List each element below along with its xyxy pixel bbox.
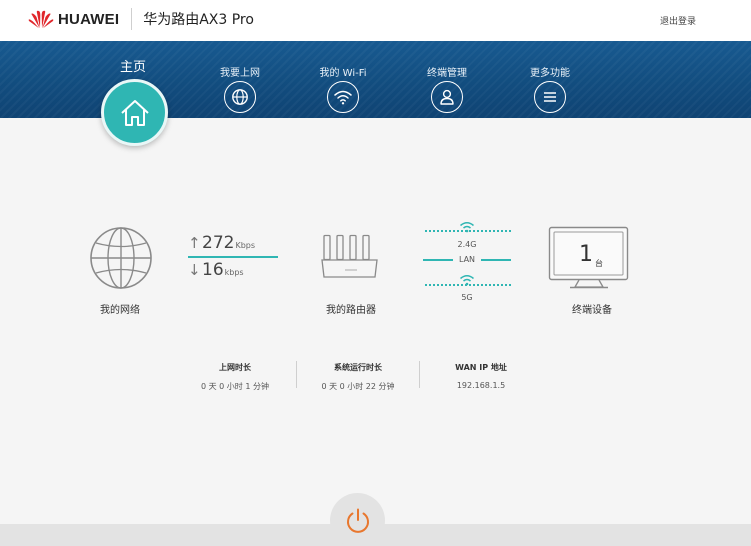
devices-caption: 终端设备: [572, 305, 612, 316]
upload-speed: ↑ 272 Kbps: [188, 233, 278, 253]
menu-icon: [544, 92, 556, 102]
stat-value: 0 天 0 小时 1 分钟: [201, 382, 269, 391]
band-indicator: 2.4G LAN 5G: [423, 221, 511, 302]
huawei-logo-icon: [28, 10, 54, 29]
download-speed: ↓ 16 kbps: [188, 260, 278, 280]
brand-name: HUAWEI: [58, 10, 120, 28]
lan-line-right: [481, 259, 511, 261]
arrow-down-icon: ↓: [188, 260, 201, 279]
nav-item-more[interactable]: 更多功能: [510, 64, 590, 113]
device-count-unit: 台: [595, 259, 603, 268]
nav-icon-ring: [431, 81, 463, 113]
brand: HUAWEI 华为路由AX3 Pro: [28, 8, 254, 30]
user-icon: [440, 89, 454, 105]
network-globe-icon[interactable]: [89, 226, 153, 290]
stat-divider: [419, 361, 420, 388]
stat-title: WAN IP 地址: [455, 363, 507, 372]
nav-item-devices[interactable]: 终端管理: [407, 64, 487, 113]
stat-online-time: 上网时长 0 天 0 小时 1 分钟: [180, 362, 290, 392]
network-caption: 我的网络: [100, 305, 140, 316]
nav-item-label: 终端管理: [427, 68, 467, 79]
nav-item-label: 我要上网: [220, 68, 260, 79]
band-24-line: [425, 230, 511, 232]
stat-system-uptime: 系统运行时长 0 天 0 小时 22 分钟: [303, 362, 413, 392]
stat-title: 系统运行时长: [334, 363, 382, 372]
nav-icon-ring: [327, 81, 359, 113]
stat-divider: [296, 361, 297, 388]
download-unit: kbps: [224, 267, 244, 277]
power-icon: [346, 508, 369, 533]
nav-item-internet[interactable]: 我要上网: [200, 64, 280, 113]
speed-divider: [188, 256, 278, 258]
upload-value: 272: [202, 233, 235, 253]
home-icon: [120, 99, 149, 126]
nav-item-label: 我的 Wi-Fi: [319, 68, 367, 79]
arrow-up-icon: ↑: [188, 234, 201, 252]
device-count: 1: [579, 242, 593, 267]
router-caption: 我的路由器: [326, 305, 376, 316]
router-icon[interactable]: [321, 234, 379, 280]
speed-panel: ↑ 272 Kbps ↓ 16 kbps: [188, 233, 278, 280]
nav-icon-ring: [224, 81, 256, 113]
stat-value: 0 天 0 小时 22 分钟: [321, 382, 395, 391]
power-button[interactable]: [330, 493, 385, 546]
top-bar: HUAWEI 华为路由AX3 Pro 退出登录: [0, 0, 751, 41]
wifi-icon: [334, 90, 352, 105]
band-24-label: 2.4G: [457, 240, 477, 249]
nav-icon-ring: [534, 81, 566, 113]
stat-value: 192.168.1.5: [456, 381, 506, 390]
product-title: 华为路由AX3 Pro: [143, 12, 254, 28]
logout-link[interactable]: 退出登录: [660, 14, 696, 27]
stat-title: 上网时长: [219, 363, 251, 372]
globe-icon: [232, 89, 248, 105]
nav-item-label: 更多功能: [530, 68, 570, 79]
header-divider: [131, 8, 133, 30]
band-5g-label: 5G: [461, 293, 473, 302]
upload-unit: Kbps: [235, 241, 256, 250]
nav-item-wifi[interactable]: 我的 Wi-Fi: [303, 64, 383, 113]
nav-home-label: 主页: [120, 60, 147, 75]
band-5g-line: [425, 284, 511, 286]
stat-wan-ip: WAN IP 地址 192.168.1.5: [426, 362, 536, 390]
nav-home-button[interactable]: [101, 79, 168, 146]
download-value: 16: [202, 259, 224, 280]
